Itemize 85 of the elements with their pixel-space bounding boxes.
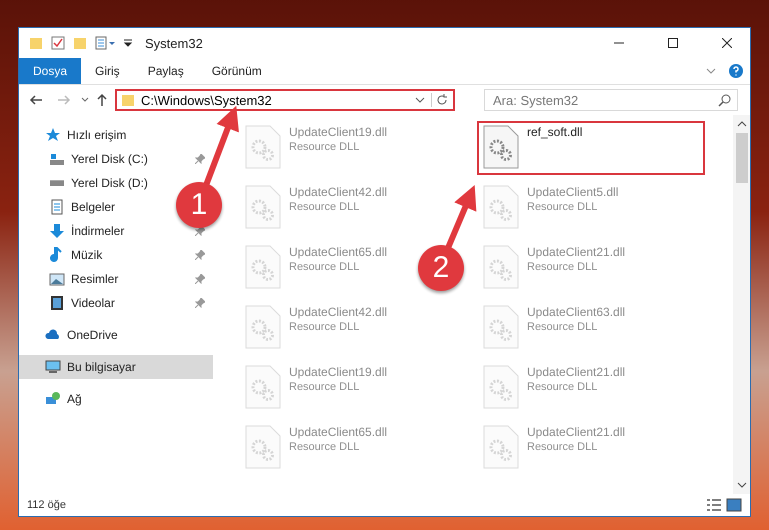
properties-icon[interactable] [95, 36, 115, 50]
pin-icon[interactable] [195, 274, 205, 284]
sidebar-item[interactable]: Hızlı erişim [45, 127, 126, 143]
file-type: Resource DLL [289, 261, 360, 273]
folder-icon [29, 36, 43, 50]
file-gears-icon [245, 185, 281, 229]
back-arrow-icon[interactable] [29, 93, 43, 107]
folder-icon [121, 93, 135, 107]
sidebar-item[interactable]: Yerel Disk (D:) [49, 175, 148, 191]
close-icon [722, 38, 732, 48]
sidebar-item[interactable]: Ağ [45, 391, 82, 407]
file-gears-icon [245, 365, 281, 409]
file-gears-icon [483, 185, 519, 229]
checklist-icon[interactable] [51, 36, 65, 50]
file-name: UpdateClient42.dll [289, 305, 388, 319]
ribbon-tab[interactable]: Paylaş [134, 58, 198, 84]
pin-icon[interactable] [195, 298, 205, 308]
pin-icon[interactable] [195, 250, 205, 260]
file-name: UpdateClient21.dll [527, 365, 626, 379]
sidebar-item[interactable]: Yerel Disk (C:) [49, 151, 148, 167]
address-field[interactable]: C:\Windows\System32 [115, 89, 455, 111]
file-gears-icon [245, 125, 281, 169]
network-icon [45, 391, 61, 407]
up-arrow-icon[interactable] [95, 93, 109, 107]
file-gears-icon [483, 305, 519, 349]
monitor-icon [45, 359, 61, 375]
drive-icon [49, 151, 65, 167]
sidebar-item[interactable]: OneDrive [45, 327, 118, 343]
file-type: Resource DLL [527, 261, 598, 273]
scrollbar[interactable] [733, 115, 750, 494]
item-count: 112 öğe [27, 499, 67, 511]
ribbon-tab[interactable]: Görünüm [198, 58, 276, 84]
file-type: Resource DLL [289, 381, 360, 393]
film-icon [49, 295, 65, 311]
chevron-down-icon[interactable] [736, 480, 746, 490]
document-icon [49, 199, 65, 215]
pin-icon[interactable] [195, 226, 205, 236]
pin-icon[interactable] [195, 154, 205, 164]
file-type: Resource DLL [289, 141, 360, 153]
down-arrow-icon [49, 223, 65, 239]
file-gears-icon [483, 365, 519, 409]
file-gears-icon [483, 245, 519, 289]
file-type: Resource DLL [527, 381, 598, 393]
file-gears-icon [245, 425, 281, 469]
file-item[interactable]: ref_soft.dll [477, 121, 705, 175]
file-type: Resource DLL [527, 321, 598, 333]
file-name: UpdateClient21.dll [527, 245, 626, 259]
refresh-icon[interactable] [431, 93, 449, 107]
pointer-arrow [445, 184, 476, 250]
file-name: UpdateClient19.dll [289, 365, 388, 379]
file-gears-icon [245, 245, 281, 289]
scrollbar-thumb[interactable] [736, 133, 748, 183]
sidebar-item[interactable]: Videolar [49, 295, 115, 311]
sidebar-item[interactable]: İndirmeler [49, 223, 124, 239]
star-icon [45, 127, 61, 143]
file-gears-icon [245, 305, 281, 349]
details-view-icon[interactable] [706, 498, 722, 512]
picture-icon [49, 271, 65, 287]
maximize-icon [668, 38, 678, 48]
chevron-up-icon[interactable] [736, 119, 746, 129]
file-name: UpdateClient63.dll [527, 305, 626, 319]
file-type: Resource DLL [289, 321, 360, 333]
ribbon-tab[interactable]: Dosya [19, 58, 82, 84]
file-name: UpdateClient21.dll [527, 425, 626, 439]
file-type: Resource DLL [289, 201, 360, 213]
file-name: UpdateClient5.dll [527, 185, 618, 199]
window-title: System32 [145, 36, 204, 50]
thumbnail-view-icon[interactable] [726, 498, 742, 512]
file-gears-icon [483, 125, 519, 169]
sidebar-item[interactable]: Resimler [49, 271, 118, 287]
file-type: Resource DLL [527, 201, 598, 213]
file-name: UpdateClient42.dll [289, 185, 388, 199]
file-gears-icon [483, 425, 519, 469]
search-field[interactable]: Ara: System32 [484, 89, 738, 111]
file-name: ref_soft.dll [527, 125, 582, 139]
file-type: Resource DLL [527, 441, 598, 453]
ribbon-tab[interactable]: Giriş [81, 58, 134, 84]
file-name: UpdateClient65.dll [289, 425, 388, 439]
chevron-down-icon[interactable] [415, 95, 425, 105]
sidebar-item[interactable]: Belgeler [49, 199, 116, 215]
file-name: UpdateClient19.dll [289, 125, 388, 139]
sidebar-item[interactable]: Müzik [49, 247, 102, 263]
caret-icon[interactable] [123, 38, 133, 48]
file-type: Resource DLL [289, 441, 360, 453]
file-name: UpdateClient65.dll [289, 245, 388, 259]
